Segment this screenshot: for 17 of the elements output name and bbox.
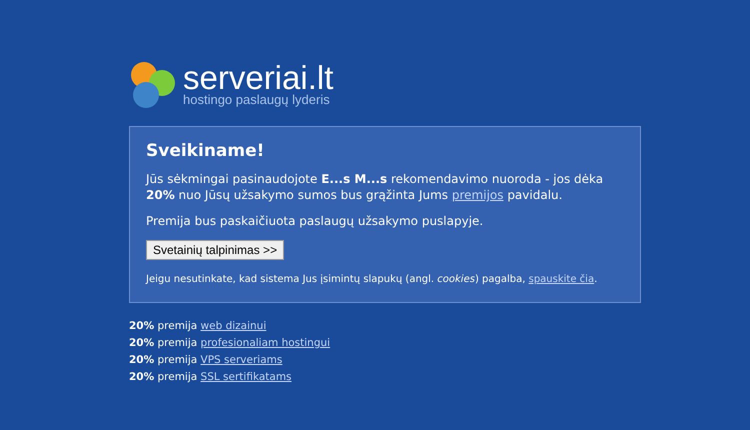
logo-name: serveriai.lt bbox=[183, 63, 334, 93]
bonus-line: 20% premija SSL sertifikatams bbox=[129, 370, 293, 385]
bonus-line: 20% premija profesionaliam hostingui bbox=[129, 336, 332, 351]
bonus-link[interactable]: premijos bbox=[452, 188, 504, 202]
bonus-link[interactable]: web dizainui bbox=[200, 320, 266, 332]
note-text: Premija bus paskaičiuota paslaugų užsakymo puslapyje. bbox=[146, 213, 484, 229]
bonus-link[interactable]: SSL sertifikatams bbox=[200, 371, 292, 383]
bonus-line: 20% premija web dizainui bbox=[129, 319, 268, 334]
hosting-button[interactable]: Svetainių talpinimas >> bbox=[146, 240, 284, 260]
bonus-link[interactable]: profesionaliam hostingui bbox=[200, 337, 330, 349]
intro-text: Jūs sėkmingai pasinaudojote E...s M...s rekomendavimo nuoroda - jos dėka 20% nuo Jūsų užsakymo sumos bus grąžinta Jums premijos pavidalu. bbox=[146, 171, 604, 203]
bonus-link[interactable]: VPS serveriams bbox=[200, 354, 282, 366]
card-title: Sveikiname! bbox=[146, 141, 266, 161]
cookies-text: Jeigu nesutinkate, kad sistema Jus įsimintų slapukų (angl. cookies) pagalba, spauskite čia. bbox=[146, 273, 598, 287]
bonus-line: 20% premija VPS serveriams bbox=[129, 353, 284, 368]
cookies-link[interactable]: spauskite čia bbox=[528, 274, 594, 285]
logo-tagline: hostingo paslaugų lyderis bbox=[183, 93, 331, 107]
